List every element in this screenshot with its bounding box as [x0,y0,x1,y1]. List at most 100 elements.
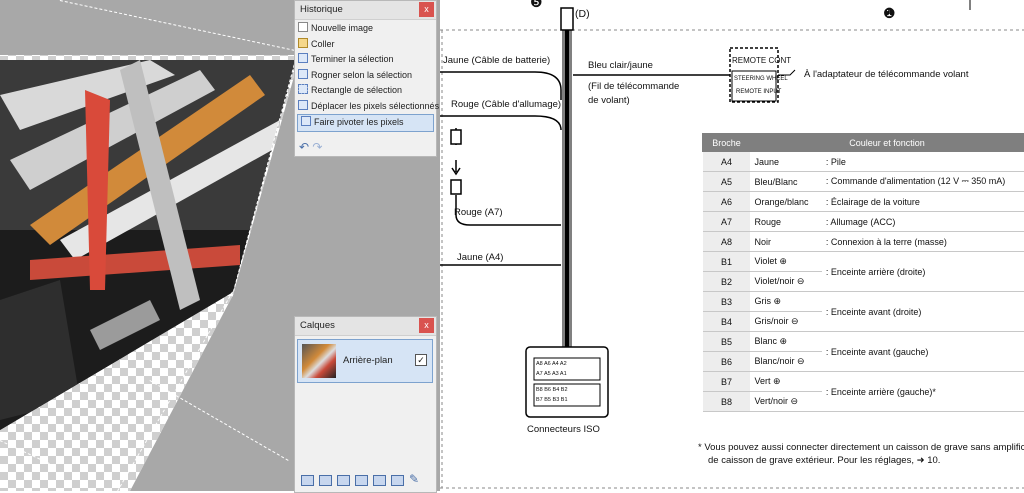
iso-pins-bottom: B8 B6 B4 B2 B7 B5 B3 B1 [536,385,600,405]
history-item-label: Faire pivoter les pixels [314,117,404,127]
iso-pin: A1 [559,371,567,377]
footnote-line-1: * Vous pouvez aussi connecter directemen… [698,442,1024,453]
steering-label-2: REMOTE INPUT [736,89,782,95]
pin-cell: A4 [702,151,751,172]
close-history-button[interactable]: x [419,2,434,17]
table-row: A4 Jaune: Pile [702,151,1024,172]
history-item[interactable]: Terminer la sélection [295,52,436,68]
marker-1: ❶ [883,5,896,21]
undo-icon[interactable]: ↶ [299,140,309,154]
color-cell: Orange/blanc [750,191,822,212]
selection-outline [59,0,305,53]
function-cell: : Commande d'alimentation (12 V ⎓ 350 mA… [821,171,1024,192]
color-cell: Jaune [750,151,822,172]
layers-panel-titlebar[interactable]: Calques x [295,317,436,336]
table-row: B5 Blanc ⊕: Enceinte avant (gauche) [702,331,1024,372]
iso-pin: A6 [543,361,551,367]
history-list: Nouvelle image Coller Terminer la sélect… [295,20,439,132]
duplicate-layer-icon[interactable] [337,475,350,486]
table-row: B1 Violet ⊕: Enceinte arrière (droite) [702,251,1024,292]
close-layers-button[interactable]: x [419,318,434,333]
layer-thumbnail [302,344,336,378]
pin-cell: B2 [702,271,751,292]
yellow-a4-label: Jaune (A4) [457,252,504,263]
remote-wire-label-2: de volant) [588,95,630,106]
function-cell: : Enceinte avant (droite) [821,291,1024,332]
iso-pin: A4 [551,361,559,367]
function-cell: : Éclairage de la voiture [821,191,1024,212]
add-layer-icon[interactable] [301,475,314,486]
history-item[interactable]: Déplacer les pixels sélectionnés [295,99,439,115]
history-item-label: Rogner selon la sélection [311,69,413,80]
header-broche: Broche [702,133,751,152]
history-item[interactable]: Coller [295,37,436,53]
history-item-label: Rectangle de sélection [311,85,403,95]
pin-cell: B6 [702,351,751,372]
pin-cell: B7 [702,371,751,392]
iso-pin: B2 [560,387,568,393]
pin-table: Broche Couleur et fonction A4 Jaune: Pile… [702,133,1024,412]
pin-table-header: Broche Couleur et fonction [702,133,1024,152]
iso-row: B7 B5 B3 B1 [536,395,600,405]
history-item[interactable]: Nouvelle image [295,21,436,37]
table-row: A5 Bleu/Blanc: Commande d'alimentation (1… [702,171,1024,192]
finish-selection-icon [298,53,308,63]
pin-cell: A6 [702,191,751,212]
history-panel-titlebar[interactable]: Historique x [295,1,436,20]
function-cell: : Enceinte arrière (droite) [821,251,1024,292]
footnote-line-2: de caisson de grave extérieur. Pour les … [708,455,941,466]
color-cell: Violet/noir ⊖ [750,271,822,292]
rectangle-select-icon [298,84,308,94]
pin-cell: B3 [702,291,751,312]
history-item-label: Terminer la sélection [311,54,394,64]
steering-label-1: STEERING WHEEL [734,76,788,82]
red-a7-label: Rouge (A7) [454,207,503,218]
crop-icon [298,68,308,79]
color-cell: Gris ⊕ [750,291,822,312]
function-cell: : Enceinte avant (gauche) [821,331,1024,372]
history-item[interactable]: Rogner selon la sélection [295,68,436,84]
redo-icon[interactable]: ↷ [312,140,322,154]
layers-toolbar: ✎ [295,467,436,492]
iso-pin: B5 [544,397,551,403]
color-cell: Vert/noir ⊖ [750,391,822,412]
function-cell: : Connexion à la terre (masse) [821,231,1024,252]
iso-pin: A7 [536,371,543,377]
table-row: B7 Vert ⊕: Enceinte arrière (gauche)* [702,371,1024,412]
table-row: A6 Orange/blanc: Éclairage de la voiture [702,191,1024,212]
iso-pin: A5 [543,371,551,377]
color-cell: Gris/noir ⊖ [750,311,822,332]
color-cell: Violet ⊕ [750,251,822,272]
color-cell: Blanc ⊕ [750,331,822,352]
iso-label: Connecteurs ISO [527,424,600,435]
paste-icon [298,37,308,48]
pin-cell: B8 [702,391,751,412]
move-down-icon[interactable] [391,475,404,486]
connector-d-label: (D) [575,8,590,20]
iso-pin: A2 [559,361,567,367]
move-up-icon[interactable] [373,475,386,486]
history-item-label: Nouvelle image [311,23,374,33]
properties-icon[interactable]: ✎ [409,472,419,486]
pin-cell: A8 [702,231,751,252]
layer-row[interactable]: Arrière-plan ✓ [297,339,433,383]
adapter-label: À l'adaptateur de télécommande volant [804,69,969,80]
iso-pin: B3 [552,397,560,403]
battery-wire-label: Jaune (Câble de batterie) [443,55,551,66]
color-cell: Rouge [750,211,822,232]
footnote: * Vous pouvez aussi connecter directemen… [698,441,1024,467]
history-item-selected[interactable]: Faire pivoter les pixels [297,114,434,132]
new-image-icon [298,22,308,32]
marker-5: ❺ [530,0,543,10]
undo-redo-bar: ↶ ↷ [299,140,322,154]
layer-visibility-checkbox[interactable]: ✓ [415,354,427,366]
history-item[interactable]: Rectangle de sélection [295,83,436,99]
pin-cell: B5 [702,331,751,352]
iso-pin: A8 [536,361,543,367]
table-row: A7 Rouge: Allumage (ACC) [702,211,1024,232]
iso-pin: B7 [536,397,543,403]
merge-layer-icon[interactable] [355,475,368,486]
ignition-wire-label: Rouge (Câble d'allumage) [451,99,562,110]
delete-layer-icon[interactable] [319,475,332,486]
pin-cell: A7 [702,211,751,232]
